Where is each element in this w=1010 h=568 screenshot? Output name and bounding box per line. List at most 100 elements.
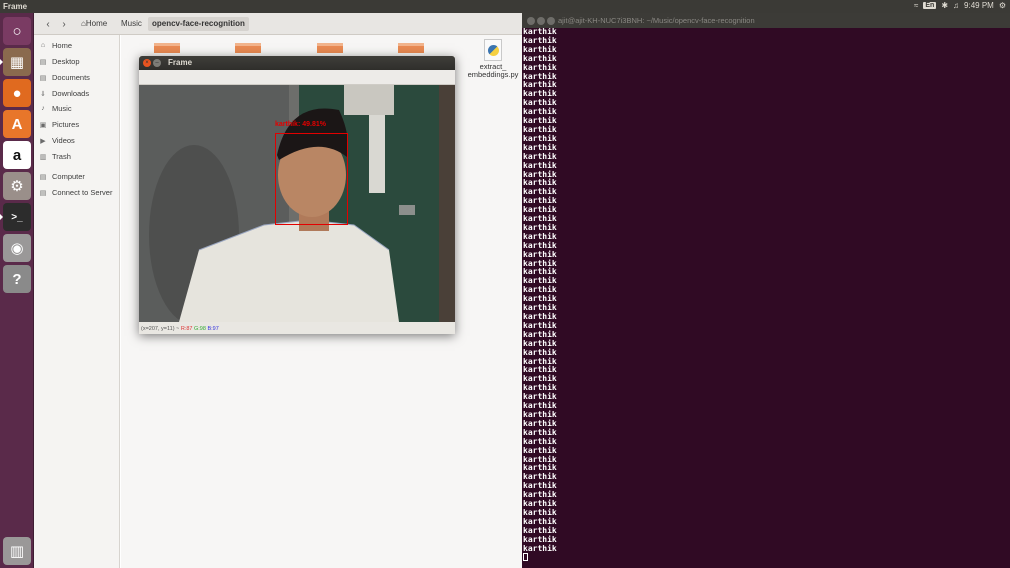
back-icon[interactable]: ‹: [40, 16, 56, 32]
sidebar-item-trash[interactable]: ▥ Trash: [39, 152, 71, 161]
help-icon[interactable]: ?: [3, 265, 31, 293]
sidebar-item-documents[interactable]: ▤ Documents: [39, 73, 90, 82]
python-file-icon: [484, 39, 502, 61]
terminal-window[interactable]: ajit@ajit-KH-NUC7i3BNH: ~/Music/opencv-f…: [522, 13, 1010, 568]
sidebar-item-computer[interactable]: ▤ Computer: [39, 172, 85, 181]
files-toolbar: ‹ › ⌂Home Music opencv-face-recognition: [34, 13, 522, 35]
volume-icon[interactable]: ♫: [953, 1, 959, 10]
sidebar-item-connect-to-server[interactable]: ▤ Connect to Server: [39, 188, 113, 197]
terminal-line: karthik: [523, 71, 557, 81]
frame-window: × – Frame karthik: 49.81% (x=207, y=11) …: [139, 56, 455, 334]
terminal-line: karthik: [523, 169, 557, 179]
ubuntu-dash-icon[interactable]: ○: [3, 17, 31, 45]
terminal-line: karthik: [523, 267, 557, 277]
sidebar-item-videos[interactable]: ▶ Videos: [39, 136, 75, 145]
breadcrumb-home[interactable]: ⌂Home: [77, 17, 111, 31]
terminal-title: ajit@ajit-KH-NUC7i3BNH: ~/Music/opencv-f…: [558, 16, 755, 25]
wifi-icon[interactable]: ≈: [914, 1, 918, 10]
terminal-line: karthik: [523, 89, 557, 99]
sidebar-item-desktop[interactable]: ▤ Desktop: [39, 57, 80, 66]
terminal-line: karthik: [523, 240, 557, 250]
unity-launcher: ○ ▦ ● A a ⚙ >_ ◉ ? ▥: [0, 13, 34, 568]
trash-icon: ▥: [39, 153, 47, 161]
terminal-titlebar[interactable]: ajit@ajit-KH-NUC7i3BNH: ~/Music/opencv-f…: [522, 13, 1010, 28]
terminal-line: karthik: [523, 436, 557, 446]
home-icon: ⌂: [40, 42, 46, 49]
terminal-line: karthik: [523, 374, 557, 384]
maximize-icon[interactable]: [547, 17, 555, 25]
terminal-line: karthik: [523, 205, 557, 215]
top-panel: Frame ≈ En ✱ ♫ 9:49 PM ⚙: [0, 0, 1010, 13]
terminal-line: karthik: [523, 401, 557, 411]
file-label: extract_ embeddings.py: [467, 62, 519, 79]
files-sidebar: ⌂ Home ▤ Desktop ▤ Documents ⇓ Downloads ♪ Mu…: [34, 35, 120, 568]
breadcrumb-music[interactable]: Music: [117, 17, 146, 31]
minimize-icon[interactable]: [537, 17, 545, 25]
terminal-line: karthik: [523, 35, 557, 45]
software-center-icon[interactable]: A: [3, 110, 31, 138]
terminal-line: karthik: [523, 418, 557, 428]
terminal-line: karthik: [523, 409, 557, 419]
folder-icon[interactable]: [154, 43, 180, 53]
breadcrumb-current[interactable]: opencv-face-recognition: [148, 17, 249, 31]
frame-title: Frame: [168, 58, 193, 67]
terminal-line: karthik: [523, 276, 557, 286]
bluetooth-icon[interactable]: ✱: [941, 1, 948, 10]
document-icon: ▤: [39, 74, 47, 82]
terminal-output[interactable]: karthik karthik karthik karthik karthik karth…: [522, 28, 1010, 568]
terminal-line: karthik: [523, 62, 557, 72]
sidebar-item-downloads[interactable]: ⇓ Downloads: [39, 89, 89, 98]
terminal-line: karthik: [523, 329, 557, 339]
terminal-line: karthik: [523, 543, 557, 553]
network-icon: ▤: [39, 189, 47, 197]
frame-toolbar: [139, 70, 455, 85]
terminal-line: karthik: [523, 80, 557, 90]
keyboard-layout-indicator[interactable]: En: [923, 2, 937, 9]
files-icon[interactable]: ▦: [0, 48, 31, 76]
terminal-line: karthik: [523, 427, 557, 437]
system-settings-icon[interactable]: ⚙: [3, 172, 31, 200]
terminal-line: karthik: [523, 178, 557, 188]
trash-icon[interactable]: ▥: [3, 537, 31, 565]
terminal-line: karthik: [523, 258, 557, 268]
terminal-line: karthik: [523, 231, 557, 241]
firefox-icon[interactable]: ●: [3, 79, 31, 107]
desktop-screen: Frame ≈ En ✱ ♫ 9:49 PM ⚙ ○ ▦ ● A a ⚙ >_ …: [0, 0, 1010, 568]
terminal-line: karthik: [523, 534, 557, 544]
pictures-icon: ▣: [39, 121, 47, 129]
music-icon: ♪: [41, 105, 45, 112]
terminal-line: karthik: [523, 196, 557, 206]
terminal-line: karthik: [523, 454, 557, 464]
terminal-line: karthik: [523, 463, 557, 473]
terminal-line: karthik: [523, 116, 557, 126]
terminal-line: karthik: [523, 392, 557, 402]
terminal-line: karthik: [523, 107, 557, 117]
terminal-line: karthik: [523, 151, 557, 161]
terminal-line: karthik: [523, 338, 557, 348]
settings-gear-icon[interactable]: ⚙: [999, 1, 1006, 10]
camera-icon[interactable]: ◉: [3, 234, 31, 262]
clock[interactable]: 9:49 PM: [964, 1, 994, 10]
detection-label: karthik: 49.81%: [275, 121, 326, 128]
terminal-line: karthik: [523, 28, 557, 36]
terminal-line: karthik: [523, 294, 557, 304]
video-icon: ▶: [40, 137, 46, 145]
folder-icon[interactable]: [398, 43, 424, 53]
close-icon[interactable]: [527, 17, 535, 25]
desktop-icon: ▤: [39, 58, 47, 66]
file-item-extract-embeddings[interactable]: extract_ embeddings.py: [464, 39, 522, 79]
terminal-line: karthik: [523, 356, 557, 366]
sidebar-item-pictures[interactable]: ▣ Pictures: [39, 120, 79, 129]
amazon-icon[interactable]: a: [3, 141, 31, 169]
camera-frame-image[interactable]: karthik: 49.81%: [139, 85, 455, 322]
folder-icon[interactable]: [235, 43, 261, 53]
close-icon[interactable]: ×: [143, 59, 151, 67]
minimize-icon[interactable]: –: [153, 59, 161, 67]
terminal-icon[interactable]: >_: [0, 203, 31, 231]
frame-titlebar[interactable]: × – Frame: [139, 56, 455, 70]
folder-icon[interactable]: [317, 43, 343, 53]
terminal-line: karthik: [523, 481, 557, 491]
forward-icon[interactable]: ›: [56, 16, 72, 32]
sidebar-item-music[interactable]: ♪ Music: [39, 104, 71, 113]
sidebar-item-home[interactable]: ⌂ Home: [39, 41, 72, 50]
